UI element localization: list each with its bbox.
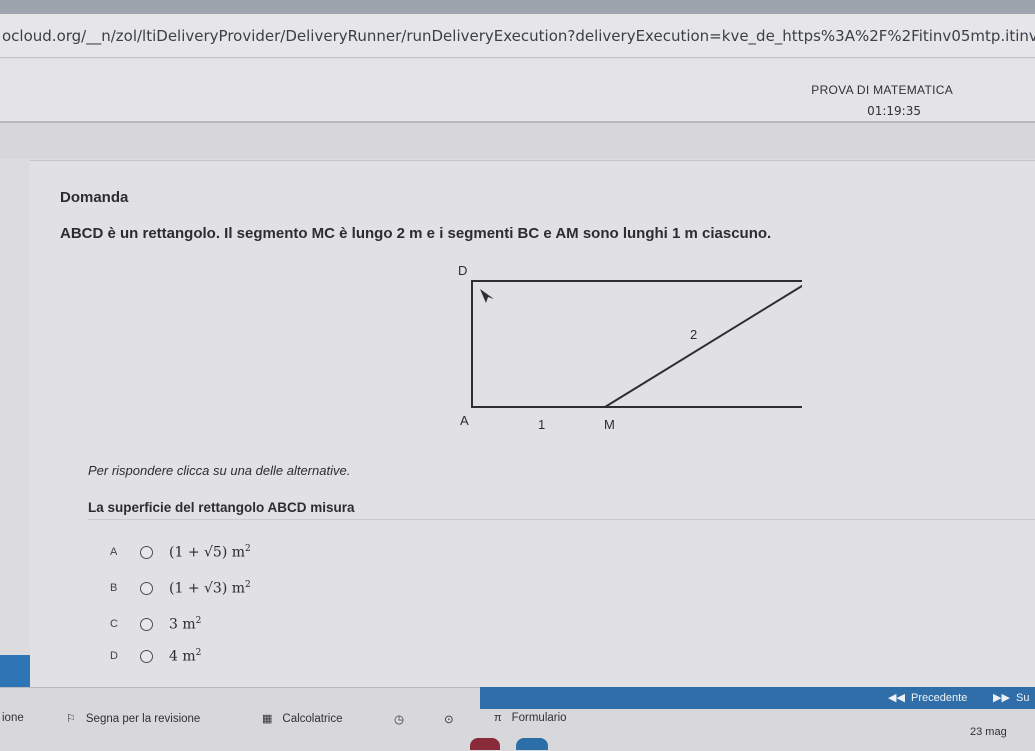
question-panel: Domanda ABCD è un rettangolo. Il segment… [30, 160, 1035, 691]
calculator-label: Calcolatrice [282, 712, 343, 725]
exam-title: PROVA DI MATEMATICA [811, 83, 953, 97]
point-label-m: M [604, 417, 615, 432]
target-toggle[interactable]: ⊙ [444, 712, 454, 726]
question-text: ABCD è un rettangolo. Il segmento MC è l… [60, 225, 772, 242]
exam-timer: 01:19:35 [867, 104, 921, 118]
rewind-icon: ◀◀ [888, 692, 905, 704]
answer-instruction: Per rispondere clicca su una delle alter… [88, 463, 351, 478]
option-text: 3 m2 [169, 615, 202, 633]
calculator-icon: ▦ [262, 713, 273, 725]
flag-icon: ⚐ [66, 713, 76, 725]
option-text: (1 + √5) m2 [169, 543, 251, 561]
option-b[interactable]: B (1 + √3) m2 [110, 576, 251, 600]
segment-mc [604, 284, 802, 408]
vertex-label-d: D [458, 263, 467, 278]
option-letter: C [110, 618, 118, 630]
option-d[interactable]: D 4 m2 [110, 644, 201, 668]
mouse-cursor-icon [480, 289, 494, 303]
clock-icon: ◷ [394, 714, 405, 726]
length-label-mc: 2 [690, 327, 697, 342]
next-button[interactable]: ▶▶ Su [993, 687, 1030, 709]
vertex-label-a: A [460, 413, 469, 428]
option-text: 4 m2 [169, 647, 202, 665]
formula-label: Formulario [511, 712, 567, 724]
taskbar-app-icon[interactable] [470, 738, 500, 750]
address-bar[interactable]: ocloud.org/__n/zol/ltiDeliveryProvider/D… [0, 14, 1035, 58]
browser-top-strip [0, 0, 1035, 14]
taskbar-date: 23 mag [970, 726, 1007, 738]
option-c[interactable]: C 3 m2 [110, 612, 201, 636]
exam-header: PROVA DI MATEMATICA 01:19:35 [0, 59, 1035, 123]
option-text: (1 + √3) m2 [169, 579, 251, 597]
taskbar-app-icon[interactable] [516, 738, 548, 750]
flag-review-button[interactable]: ⚐ Segna per la revisione [66, 712, 201, 726]
formula-button[interactable]: π Formulario [494, 712, 567, 724]
next-label: Su [1016, 692, 1030, 704]
pi-icon: π [494, 712, 502, 724]
previous-button[interactable]: ◀◀ Precedente [888, 687, 967, 709]
radio-button[interactable] [140, 617, 153, 631]
flag-review-label: Segna per la revisione [85, 712, 201, 725]
length-label-am: 1 [538, 417, 545, 432]
rectangle-figure: D C A B M 2 1 1 [458, 263, 802, 432]
answer-prompt: La superficie del rettangolo ABCD misura [88, 500, 355, 515]
option-a[interactable]: A (1 + √5) m2 [110, 540, 251, 564]
target-icon: ⊙ [444, 714, 454, 726]
timer-toggle[interactable]: ◷ [394, 712, 404, 726]
question-heading: Domanda [60, 189, 129, 206]
radio-button[interactable] [140, 545, 153, 559]
side-tab-indicator [0, 655, 30, 687]
calculator-button[interactable]: ▦ Calcolatrice [262, 712, 343, 726]
option-letter: D [110, 650, 118, 662]
options-list: A (1 + √5) m2 B (1 + √3) m2 C 3 m2 D 4 m… [88, 519, 1035, 670]
radio-button[interactable] [140, 581, 153, 595]
option-letter: A [110, 546, 118, 558]
option-letter: B [110, 582, 118, 594]
header-spacer [0, 123, 1035, 159]
previous-label: Precedente [911, 692, 968, 704]
toolbar-cut-label: ione [2, 712, 24, 724]
fast-forward-icon: ▶▶ [993, 692, 1010, 704]
toolbar-item-cut[interactable]: ione [2, 712, 24, 724]
radio-button[interactable] [140, 649, 153, 663]
